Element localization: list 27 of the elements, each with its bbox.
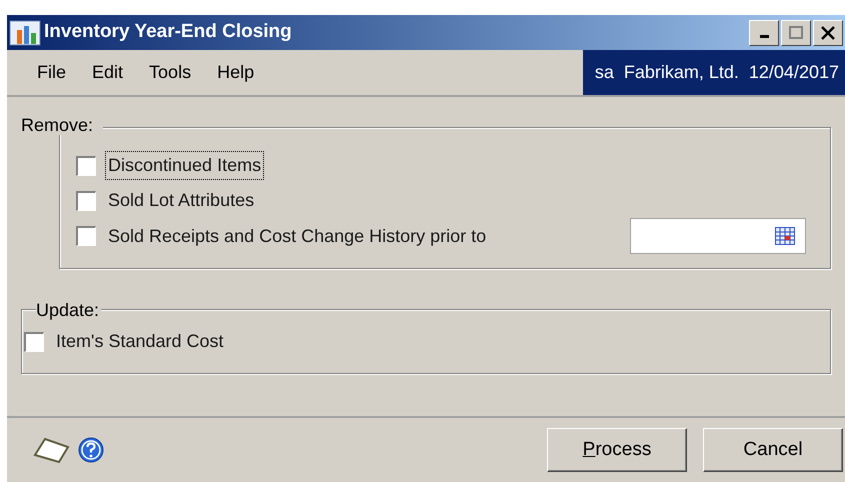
close-icon <box>821 26 835 40</box>
note-icon <box>33 437 71 463</box>
checkbox[interactable] <box>24 332 44 352</box>
checkbox-label: Discontinued Items <box>106 152 264 179</box>
date-field[interactable] <box>630 218 806 254</box>
minimize-icon <box>760 35 768 38</box>
user-company-date: sa Fabrikam, Ltd. 12/04/2017 <box>582 50 845 95</box>
window-title: Inventory Year-End Closing <box>44 20 292 44</box>
calendar-icon <box>775 227 795 245</box>
close-button[interactable] <box>813 20 843 46</box>
menu-item[interactable]: File <box>27 59 76 86</box>
dialog-button[interactable]: Process <box>547 428 687 472</box>
dialog-button[interactable]: Cancel <box>703 428 843 472</box>
checkbox-label: Sold Receipts and Cost Change History prior to <box>107 224 488 248</box>
help-icon[interactable] <box>77 436 105 464</box>
checkbox[interactable] <box>76 226 96 246</box>
checkbox[interactable] <box>76 190 96 210</box>
chart-window-icon <box>9 20 41 46</box>
minimize-button[interactable] <box>749 20 779 46</box>
maximize-icon <box>789 26 803 39</box>
menu-item[interactable]: Help <box>207 59 264 86</box>
group-label: Update: <box>36 300 102 320</box>
checkbox-label: Sold Lot Attributes <box>107 189 256 212</box>
checkbox-label: Item's Standard Cost <box>55 330 225 353</box>
checkbox[interactable] <box>76 156 96 176</box>
menu-item[interactable]: Tools <box>139 59 202 86</box>
menu-item[interactable]: Edit <box>82 59 134 86</box>
